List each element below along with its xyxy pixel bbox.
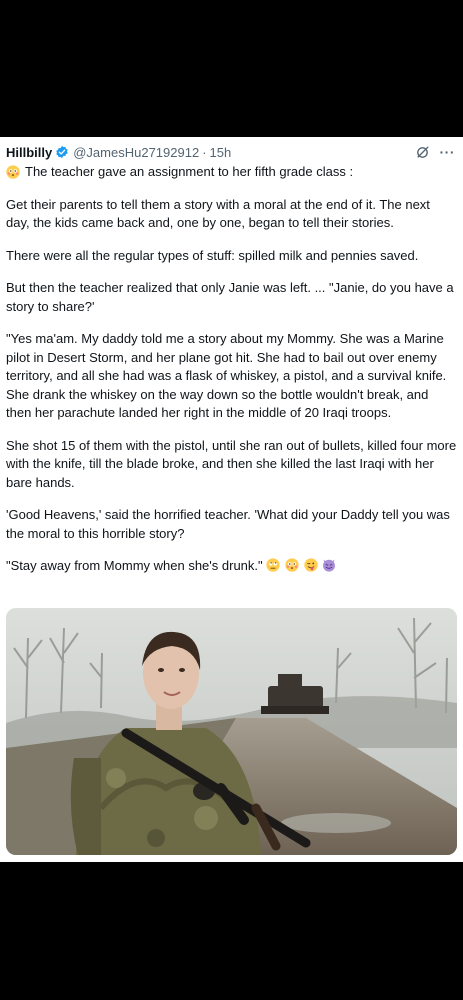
tweet-card[interactable]: Hillbilly @JamesHu27192912 · 15h ··· The… [0, 137, 463, 862]
tweet-paragraph-7: "Stay away from Mommy when she's drunk." [6, 557, 457, 576]
tweet-header: Hillbilly @JamesHu27192912 · 15h ··· [6, 143, 457, 161]
tweet-paragraph-2: There were all the regular types of stuf… [6, 247, 419, 263]
more-options-icon[interactable]: ··· [440, 145, 456, 159]
timestamp[interactable]: 15h [210, 145, 232, 160]
face-with-rolling-eyes-emoji [266, 558, 280, 572]
flushed-face-emoji [285, 558, 299, 572]
tweet-paragraph-6: 'Good Heavens,' said the horrified teach… [6, 507, 450, 541]
tweet-paragraph-5: She shot 15 of them with the pistol, unt… [6, 437, 457, 490]
tweet-line-1: The teacher gave an assignment to her fi… [25, 164, 354, 179]
author-handle[interactable]: @JamesHu27192912 [73, 145, 199, 160]
verified-badge-icon [55, 145, 69, 159]
separator-dot: · [202, 144, 207, 160]
author-name[interactable]: Hillbilly [6, 145, 52, 160]
tweet-text: The teacher gave an assignment to her fi… [6, 163, 457, 576]
winking-face-with-tongue-emoji [303, 558, 318, 572]
tweet-paragraph-1: Get their parents to tell them a story w… [6, 196, 430, 231]
grok-icon[interactable] [415, 145, 430, 160]
smiling-face-with-horns-emoji [322, 558, 336, 572]
tweet-photo[interactable] [6, 608, 457, 855]
tweet-paragraph-4: "Yes ma'am. My daddy told me a story abo… [6, 331, 447, 420]
flushed-face-emoji [6, 165, 20, 179]
tweet-first-line: The teacher gave an assignment to her fi… [6, 163, 457, 182]
header-actions: ··· [415, 145, 458, 160]
tweet-paragraph-3: But then the teacher realized that only … [6, 280, 454, 314]
tweet-punchline: "Stay away from Mommy when she's drunk." [6, 558, 263, 573]
